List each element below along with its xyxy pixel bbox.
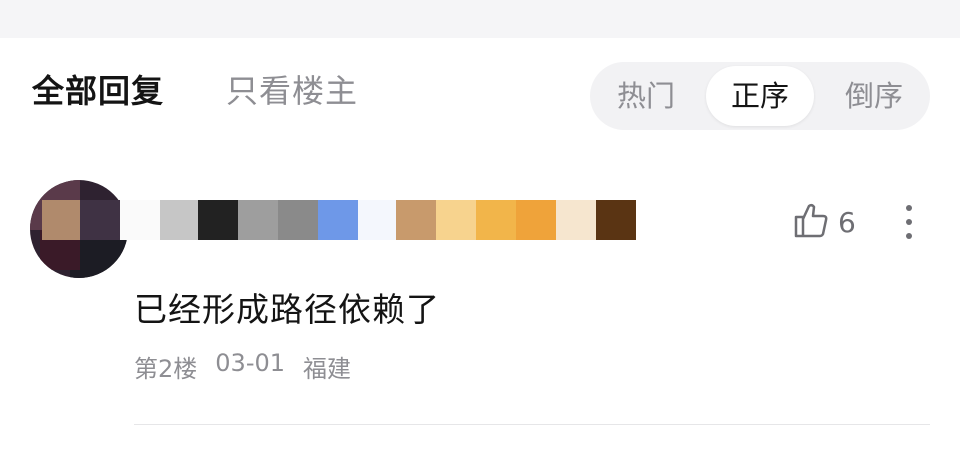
more-vertical-icon[interactable] [898, 200, 920, 244]
top-strip [0, 0, 960, 38]
floor-number: 第2楼 [134, 355, 198, 383]
comment-text: 已经形成路径依赖了 [134, 290, 440, 329]
thumbs-up-icon [790, 200, 830, 244]
tab-only-op[interactable]: 只看楼主 [226, 66, 358, 112]
sort-ascending-button[interactable]: 正序 [706, 66, 814, 126]
username-pixelated[interactable] [42, 200, 662, 240]
sort-descending-button[interactable]: 倒序 [818, 62, 930, 130]
divider [134, 424, 930, 425]
like-button[interactable]: 6 [790, 200, 856, 244]
like-count: 6 [838, 205, 856, 239]
comment-meta: 第2楼 03-01 福建 [134, 349, 351, 384]
tab-all-replies[interactable]: 全部回复 [32, 66, 164, 112]
comment-location: 福建 [303, 355, 352, 383]
sort-hot-button[interactable]: 热门 [590, 62, 702, 130]
comment-date: 03-01 [215, 349, 286, 377]
sort-segmented-control: 热门 正序 倒序 [590, 62, 930, 130]
